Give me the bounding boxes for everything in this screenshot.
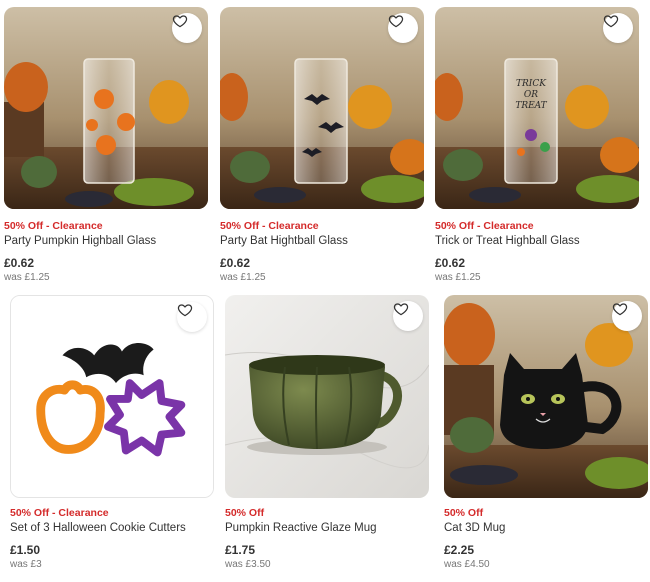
product-price: £2.25 (444, 543, 475, 557)
original-price: was £3 (10, 559, 42, 570)
heart-outline-icon (603, 15, 619, 28)
product-name[interactable]: Party Bat Hightball Glass (220, 234, 430, 249)
product-price: £1.75 (225, 543, 256, 557)
product-image[interactable] (220, 7, 424, 209)
heart-outline-icon (393, 303, 409, 316)
product-price: £0.62 (220, 256, 251, 270)
promo-label: 50% Off - Clearance (220, 220, 319, 232)
glass-print-text: TRICK OR TREAT (515, 79, 547, 111)
product-name[interactable]: Cat 3D Mug (444, 521, 650, 536)
product-image[interactable] (10, 295, 214, 498)
product-name[interactable]: Set of 3 Halloween Cookie Cutters (10, 521, 220, 536)
promo-label: 50% Off - Clearance (435, 220, 534, 232)
original-price: was £1.25 (220, 272, 266, 283)
wishlist-button[interactable] (172, 13, 202, 43)
wishlist-button[interactable] (603, 13, 633, 43)
product-name[interactable]: Party Pumpkin Highball Glass (4, 234, 214, 249)
wishlist-button[interactable] (612, 301, 642, 331)
original-price: was £1.25 (4, 272, 50, 283)
wishlist-button[interactable] (388, 13, 418, 43)
heart-outline-icon (612, 303, 628, 316)
wishlist-button[interactable] (393, 301, 423, 331)
product-name[interactable]: Pumpkin Reactive Glaze Mug (225, 521, 435, 536)
original-price: was £1.25 (435, 272, 481, 283)
heart-outline-icon (172, 15, 188, 28)
product-image[interactable] (4, 7, 208, 209)
original-price: was £3.50 (225, 559, 271, 570)
product-name[interactable]: Trick or Treat Highball Glass (435, 234, 645, 249)
product-image[interactable] (444, 295, 648, 498)
promo-label: 50% Off - Clearance (10, 507, 109, 519)
product-image[interactable]: TRICK OR TREAT (435, 7, 639, 209)
heart-outline-icon (177, 304, 193, 317)
heart-outline-icon (388, 15, 404, 28)
product-price: £1.50 (10, 543, 41, 557)
promo-label: 50% Off (225, 507, 265, 519)
promo-label: 50% Off - Clearance (4, 220, 103, 232)
wishlist-button[interactable] (177, 302, 207, 332)
product-price: £0.62 (4, 256, 35, 270)
product-image[interactable] (225, 295, 429, 498)
product-price: £0.62 (435, 256, 466, 270)
promo-label: 50% Off (444, 507, 484, 519)
original-price: was £4.50 (444, 559, 490, 570)
